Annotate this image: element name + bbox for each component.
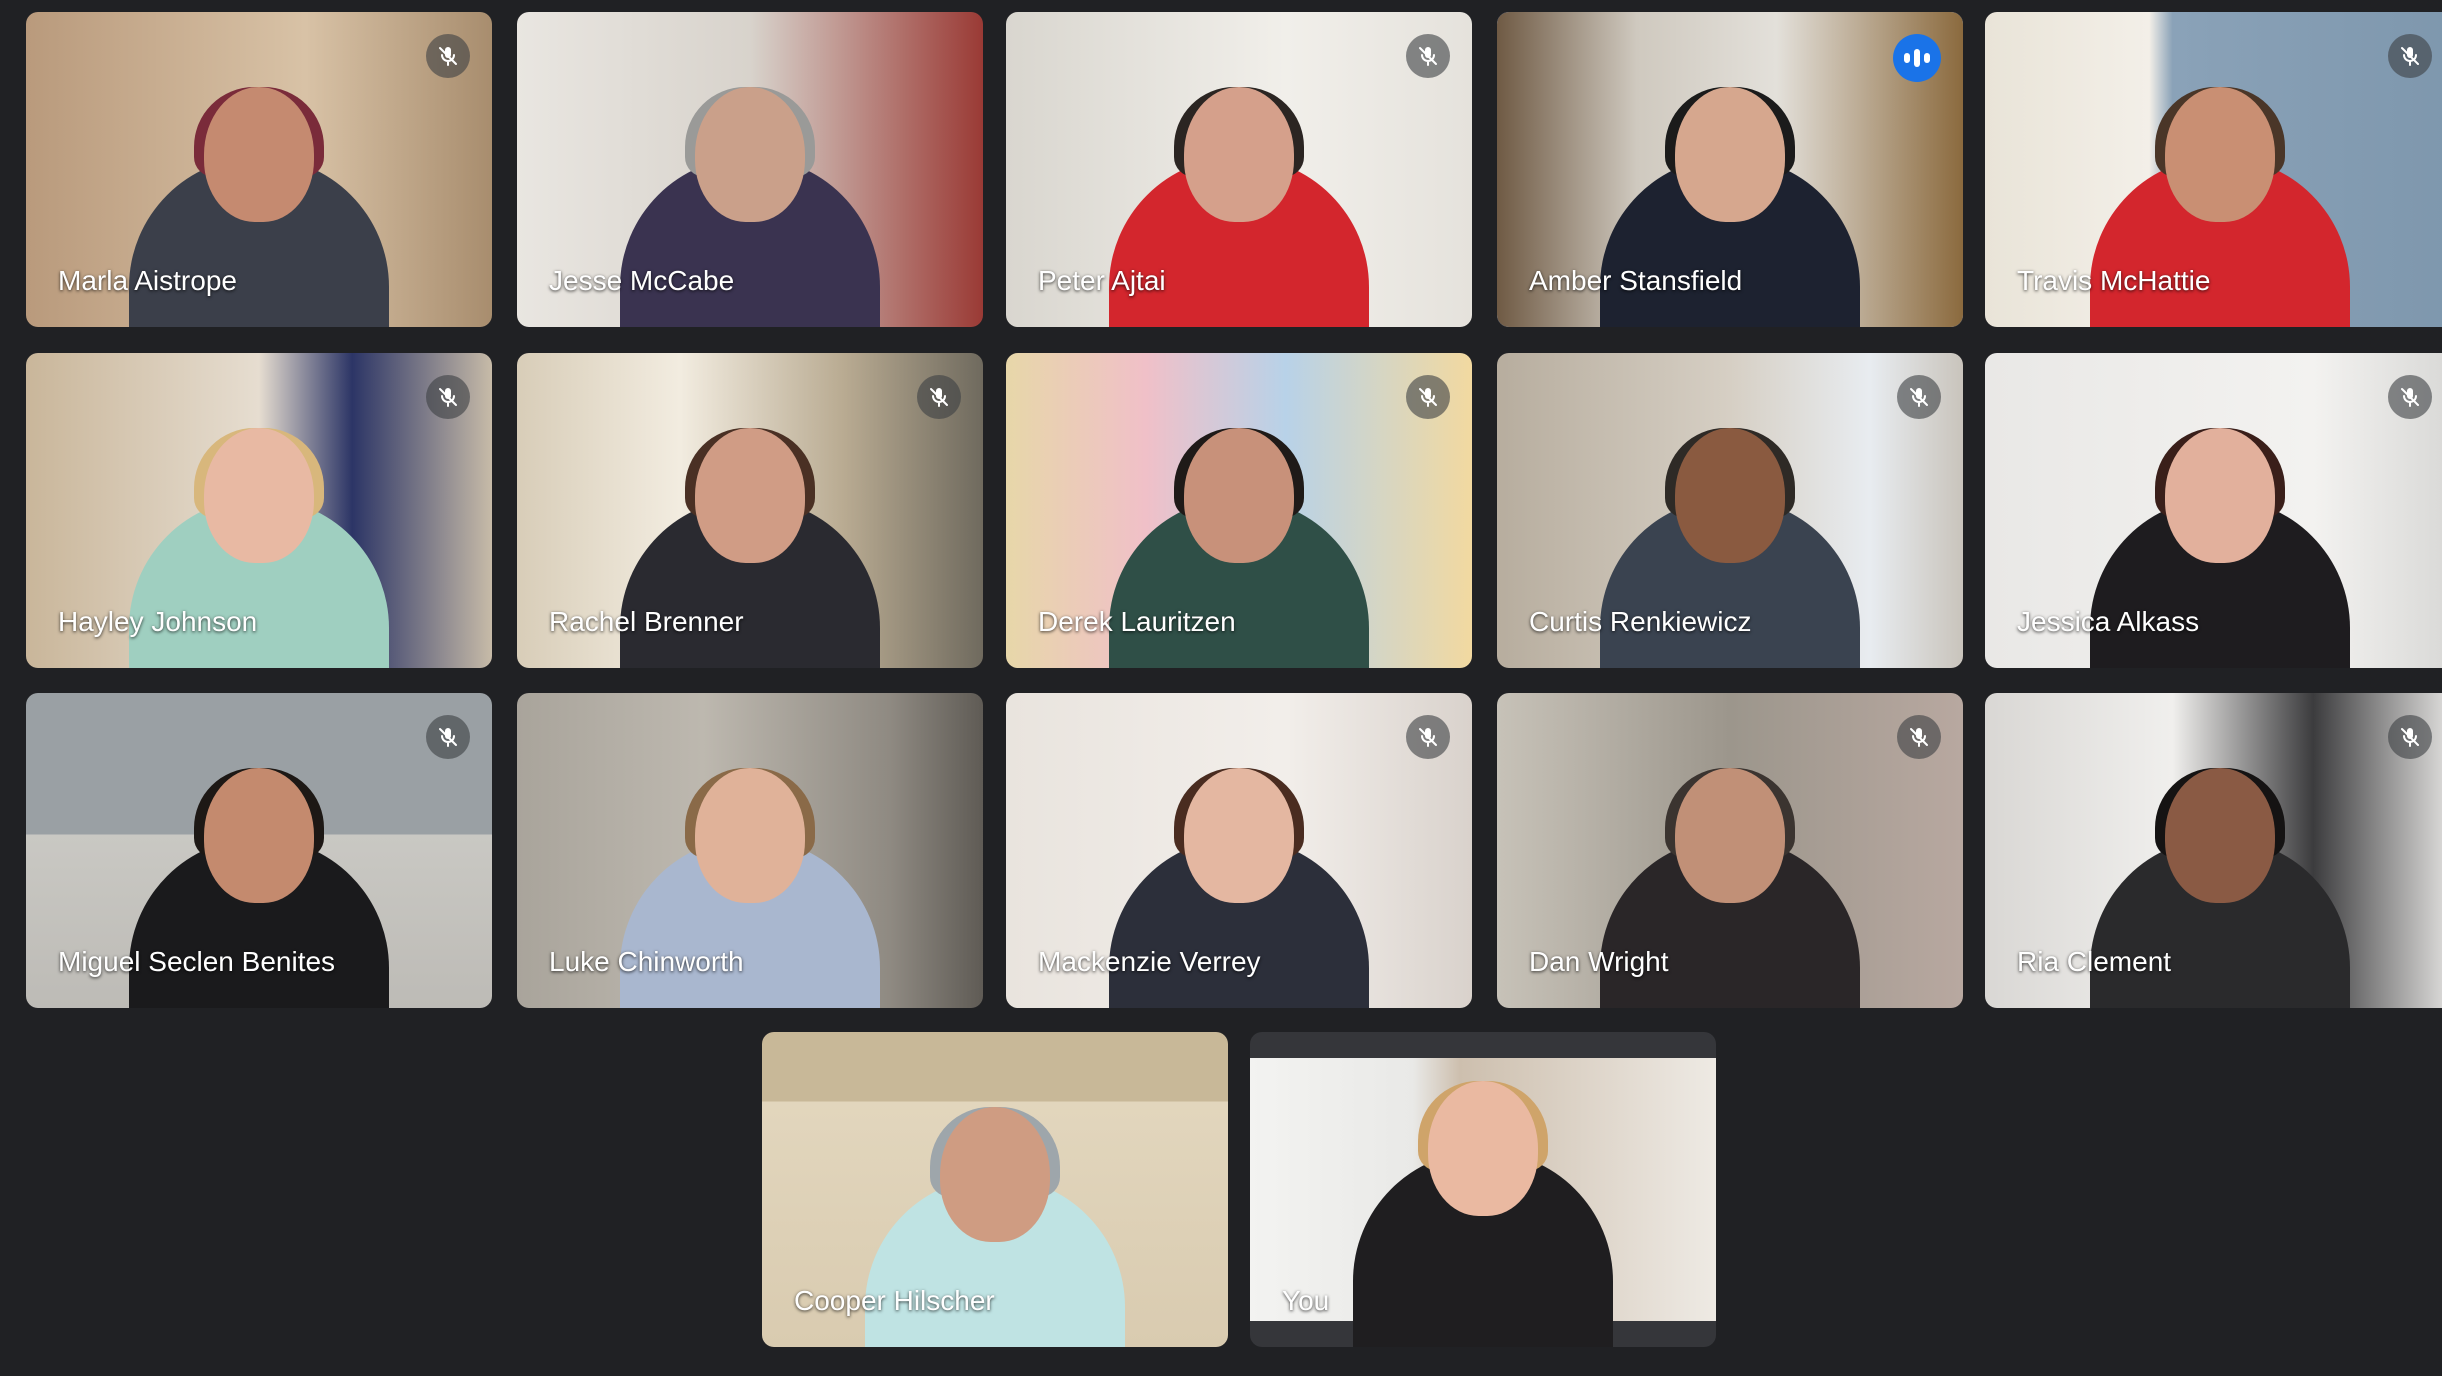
participant-name: Ria Clement — [2017, 946, 2172, 977]
participant-tile[interactable]: Marla Aistrope — [26, 12, 492, 327]
participant-name: Curtis Renkiewicz — [1529, 606, 1752, 637]
participant-name: Jessica Alkass — [2017, 606, 2200, 637]
mic-off-icon — [1897, 375, 1941, 419]
participant-face — [204, 87, 314, 222]
participant-tile[interactable]: Jessica Alkass — [1985, 353, 2442, 668]
participant-tile[interactable]: Mackenzie Verrey — [1006, 693, 1472, 1008]
participant-name: Luke Chinworth — [549, 946, 744, 977]
mic-off-icon — [1406, 715, 1450, 759]
audio-level-icon — [1893, 34, 1941, 82]
participant-tile[interactable]: Hayley Johnson — [26, 353, 492, 668]
participant-name: You — [1282, 1285, 1330, 1316]
participant-face — [1675, 87, 1785, 222]
participant-face — [2164, 768, 2275, 903]
mic-off-icon — [1406, 34, 1450, 78]
participant-face — [1184, 87, 1294, 222]
participant-tile[interactable]: Cooper Hilscher — [762, 1032, 1228, 1347]
mic-off-icon — [2388, 715, 2432, 759]
participant-face — [1428, 1081, 1538, 1216]
participant-tile[interactable]: Ria Clement — [1985, 693, 2442, 1008]
participant-tile[interactable]: Dan Wright — [1497, 693, 1963, 1008]
participant-tile[interactable]: Curtis Renkiewicz — [1497, 353, 1963, 668]
participant-tile[interactable]: Peter Ajtai — [1006, 12, 1472, 327]
participant-tile[interactable]: Jesse McCabe — [517, 12, 983, 327]
participant-name: Jesse McCabe — [549, 265, 735, 296]
participant-name: Cooper Hilscher — [794, 1285, 995, 1316]
participant-tile[interactable]: Derek Lauritzen — [1006, 353, 1472, 668]
participant-face — [1675, 768, 1785, 903]
participant-name: Miguel Seclen Benites — [58, 946, 336, 977]
mic-off-icon — [426, 34, 470, 78]
participant-face — [1675, 428, 1785, 563]
participant-tile[interactable]: Miguel Seclen Benites — [26, 693, 492, 1008]
self-video-tile[interactable]: You — [1250, 1032, 1716, 1347]
mic-off-icon — [426, 715, 470, 759]
mic-off-icon — [2388, 34, 2432, 78]
mic-off-icon — [917, 375, 961, 419]
participant-face — [695, 768, 805, 903]
participant-face — [695, 428, 805, 563]
participant-face — [204, 428, 314, 563]
participant-face — [940, 1107, 1050, 1242]
participant-name: Dan Wright — [1529, 946, 1669, 977]
participant-tile[interactable]: Luke Chinworth — [517, 693, 983, 1008]
participant-name: Mackenzie Verrey — [1038, 946, 1261, 977]
participant-name: Derek Lauritzen — [1038, 606, 1236, 637]
participant-name: Travis McHattie — [2017, 265, 2211, 296]
participant-name: Rachel Brenner — [549, 606, 744, 637]
mic-off-icon — [1406, 375, 1450, 419]
participant-face — [695, 87, 805, 222]
video-feed — [1250, 1058, 1716, 1347]
participant-tile[interactable]: Travis McHattie — [1985, 12, 2442, 327]
mic-off-icon — [1897, 715, 1941, 759]
participant-tile[interactable]: Rachel Brenner — [517, 353, 983, 668]
participant-tile[interactable]: Amber Stansfield — [1497, 12, 1963, 327]
participant-face — [2164, 87, 2275, 222]
participant-name: Peter Ajtai — [1038, 265, 1166, 296]
participant-name: Amber Stansfield — [1529, 265, 1743, 296]
participant-name: Marla Aistrope — [58, 265, 237, 296]
participant-face — [2164, 428, 2275, 563]
participant-face — [204, 768, 314, 903]
participant-name: Hayley Johnson — [58, 606, 258, 637]
participant-face — [1184, 768, 1294, 903]
mic-off-icon — [426, 375, 470, 419]
mic-off-icon — [2388, 375, 2432, 419]
participant-face — [1184, 428, 1294, 563]
